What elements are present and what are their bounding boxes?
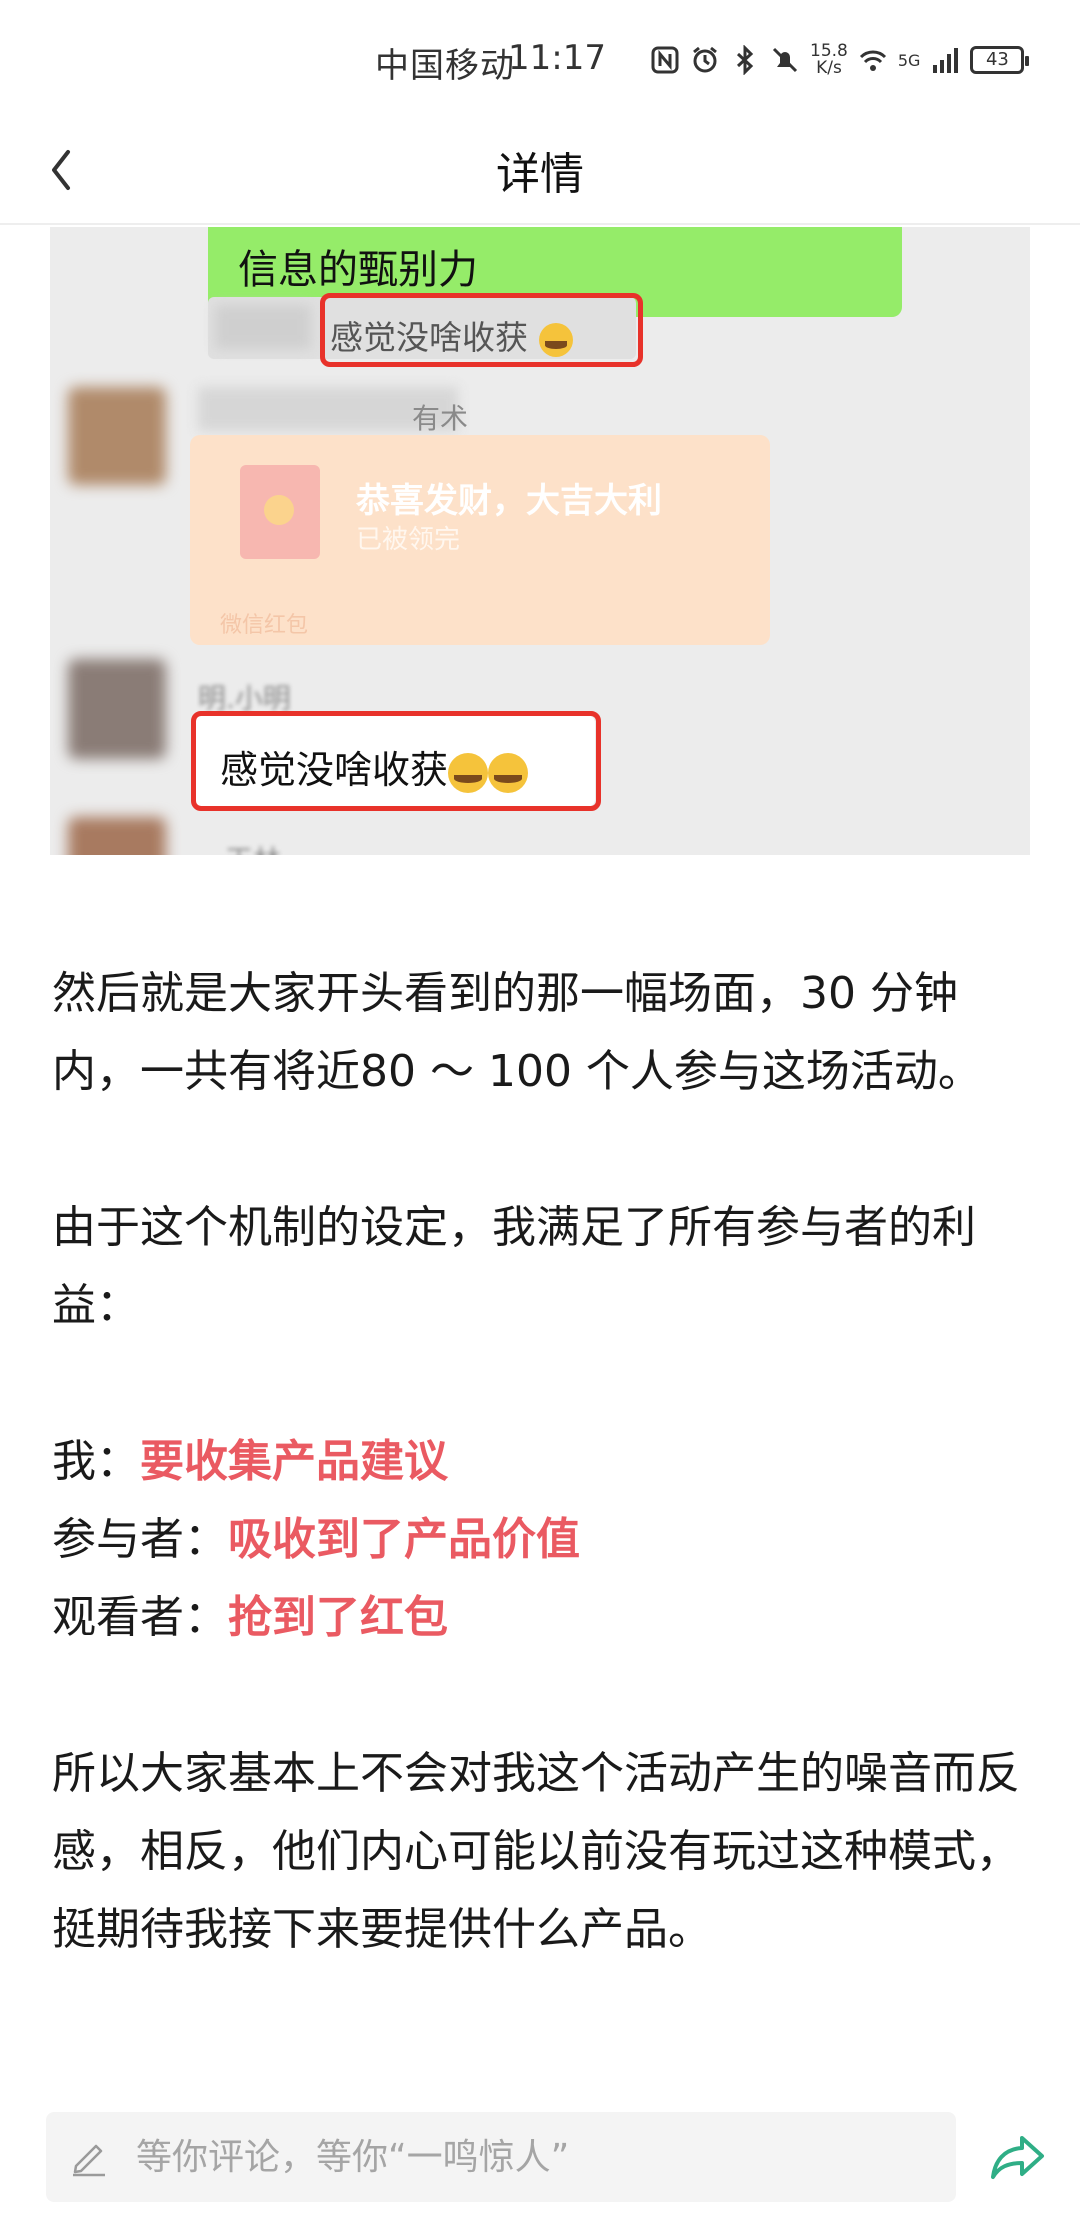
benefits-list: 我：要收集产品建议 参与者：吸收到了产品价值 观看者：抢到了红包 (52, 1423, 1032, 1657)
avatar (68, 387, 166, 485)
benefit-item: 观看者：抢到了红包 (52, 1579, 1032, 1657)
bluetooth-icon (736, 45, 754, 75)
network-speed: 15.8 K/s (810, 43, 848, 77)
highlight-box (320, 293, 643, 367)
sender-name: 王林 (225, 839, 281, 855)
avatar (68, 659, 166, 759)
share-icon[interactable] (988, 2130, 1048, 2184)
status-icons: 15.8 K/s 5G 43 (650, 40, 1030, 80)
speed-unit: K/s (816, 58, 842, 78)
benefit-label: 我： (52, 1436, 140, 1487)
avatar (68, 817, 166, 855)
benefit-label: 参与者： (52, 1514, 228, 1565)
red-packet-footer: 微信红包 (220, 613, 309, 638)
wifi-icon (859, 50, 886, 71)
benefit-item: 参与者：吸收到了产品价值 (52, 1501, 1032, 1579)
sender-name: 有术 (412, 402, 469, 435)
article-body: 然后就是大家开头看到的那一幅场面，30 分钟内，一共有将近80 ～ 100 个人… (52, 955, 1032, 1969)
nfc-icon (651, 46, 679, 74)
mute-bell-icon (772, 47, 798, 73)
chat-screenshot-image[interactable]: 信息的甄别力 感觉没啥收获 有术 恭喜发财，大吉大利 已被领完 微信红包 明.小… (50, 227, 1030, 855)
alarm-icon (693, 46, 717, 73)
network-type-label: 5G (897, 50, 921, 70)
pencil-icon (73, 2144, 105, 2177)
page-title: 详情 (496, 149, 584, 200)
benefit-label: 观看者： (52, 1592, 228, 1643)
red-packet-title: 恭喜发财，大吉大利 (356, 481, 662, 521)
benefit-value: 抢到了红包 (228, 1592, 448, 1643)
red-packet-seal-icon (264, 495, 294, 525)
benefit-item: 我：要收集产品建议 (52, 1423, 1032, 1501)
red-packet-status: 已被领完 (356, 525, 461, 555)
battery-icon: 43 (970, 46, 1030, 74)
comment-input[interactable] (136, 2112, 936, 2202)
benefit-value: 要收集产品建议 (140, 1436, 448, 1487)
paragraph: 所以大家基本上不会对我这个活动产生的噪音而反感，相反，他们内心可能以前没有玩过这… (52, 1748, 1020, 1955)
paragraph: 由于这个机制的设定，我满足了所有参与者的利益： (52, 1202, 976, 1331)
top-nav-bar: 详情 (0, 120, 1080, 225)
highlight-box (191, 711, 601, 811)
carrier-label: 中国移动 (375, 46, 515, 86)
comment-bar[interactable] (46, 2112, 956, 2202)
blurred-name (215, 305, 311, 349)
paragraph: 然后就是大家开头看到的那一幅场面，30 分钟内，一共有将近80 ～ 100 个人… (52, 968, 982, 1097)
benefit-value: 吸收到了产品价值 (228, 1514, 580, 1565)
clock: 11:17 (508, 38, 606, 78)
status-bar: 中国移动 11:17 15.8 K/s 5G 43 (0, 0, 1080, 120)
signal-icon (933, 48, 959, 73)
battery-level: 43 (985, 49, 1009, 70)
